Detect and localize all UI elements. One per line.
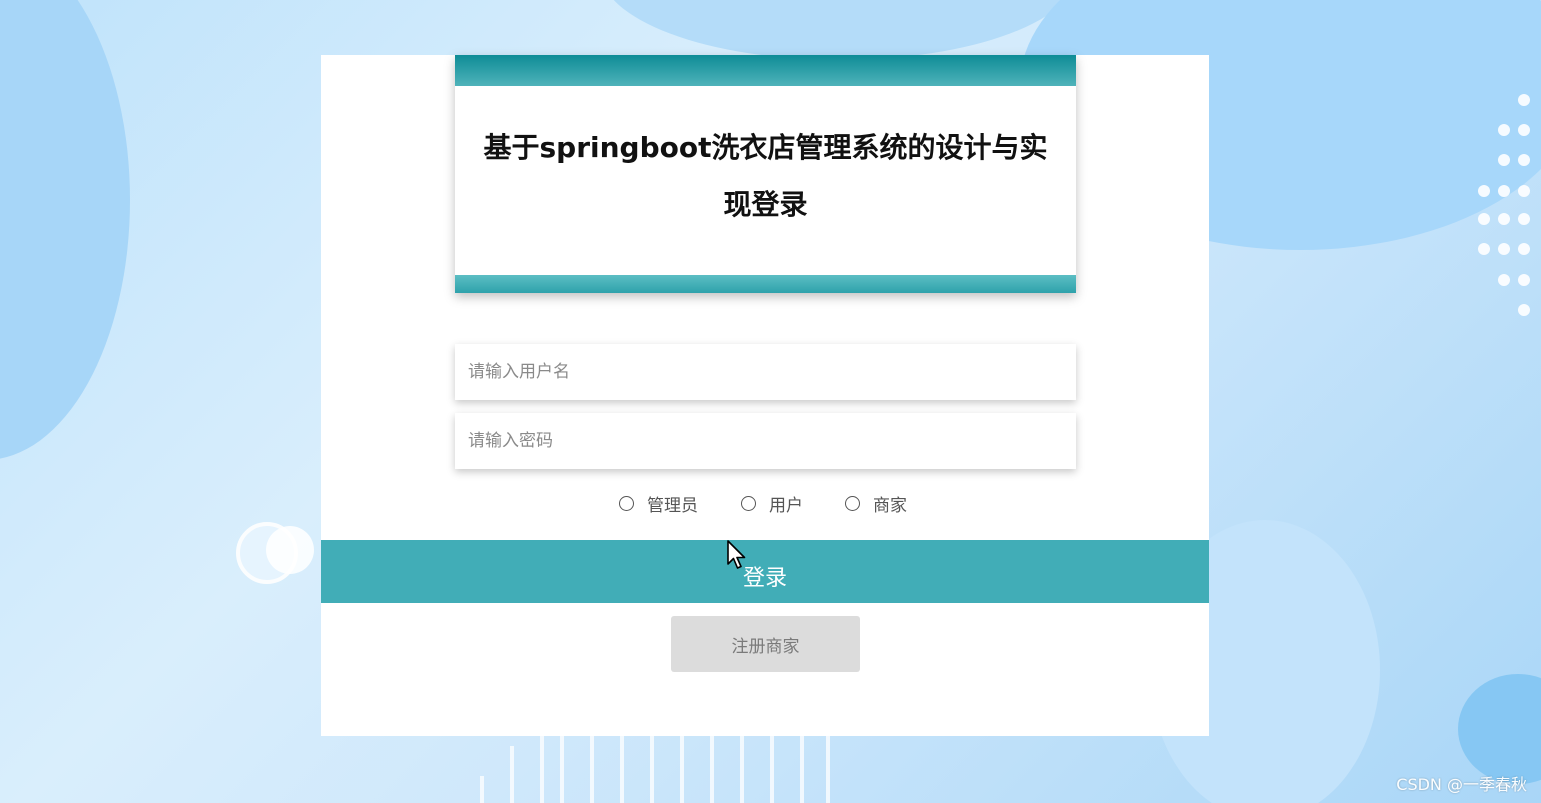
title-panel: 基于springboot洗衣店管理系统的设计与实现登录 xyxy=(455,55,1076,293)
password-field[interactable] xyxy=(455,413,1076,469)
title-bottom-bar xyxy=(455,275,1076,293)
role-label: 用户 xyxy=(769,495,803,516)
login-button[interactable]: 登录 xyxy=(321,540,1209,603)
role-option-user[interactable]: 用户 xyxy=(741,491,803,516)
role-label: 管理员 xyxy=(647,495,698,516)
username-field[interactable] xyxy=(455,344,1076,400)
radio-button[interactable] xyxy=(845,495,860,511)
background-blob xyxy=(600,0,1080,60)
title-top-bar xyxy=(455,55,1076,86)
radio-button[interactable] xyxy=(741,495,756,511)
page-title: 基于springboot洗衣店管理系统的设计与实现登录 xyxy=(483,131,1048,221)
register-merchant-button[interactable]: 注册商家 xyxy=(671,616,860,672)
radio-button[interactable] xyxy=(619,495,634,511)
background-blob xyxy=(0,0,130,460)
login-card: 基于springboot洗衣店管理系统的设计与实现登录 管理员 用户 商家 登录… xyxy=(321,55,1209,736)
watermark: CSDN @一季春秋 xyxy=(1396,775,1527,794)
background-blob xyxy=(1458,674,1541,784)
username-input[interactable] xyxy=(455,344,1076,400)
decorative-circle xyxy=(266,526,314,574)
password-input[interactable] xyxy=(455,413,1076,469)
role-label: 商家 xyxy=(873,495,907,516)
role-option-admin[interactable]: 管理员 xyxy=(619,491,698,516)
role-option-merchant[interactable]: 商家 xyxy=(845,491,907,516)
mouse-cursor-icon xyxy=(727,540,746,569)
role-selector: 管理员 用户 商家 xyxy=(321,491,1209,516)
